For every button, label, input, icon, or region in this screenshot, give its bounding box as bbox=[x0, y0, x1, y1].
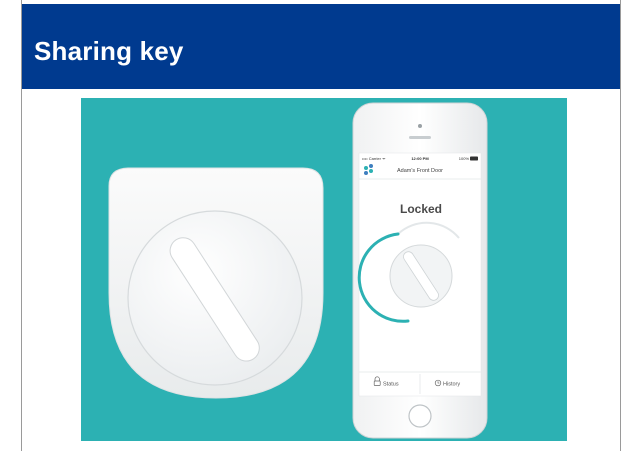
tab-history-label: History bbox=[443, 382, 460, 388]
smartphone: •••• Carrier ᯤ 12:00 PM 100% Adam's Fron… bbox=[352, 102, 488, 439]
earpiece bbox=[409, 136, 431, 139]
status-battery: 100% bbox=[459, 156, 470, 161]
lock-state-label: Locked bbox=[400, 202, 442, 216]
home-button[interactable] bbox=[408, 404, 432, 428]
slide: Sharing key •••• Carrier ᯤ 12:00 PM 100%… bbox=[0, 0, 628, 451]
smart-lock-device bbox=[108, 167, 324, 399]
front-camera bbox=[418, 124, 422, 128]
status-carrier: •••• Carrier ᯤ bbox=[362, 156, 386, 161]
tab-status-label: Status bbox=[383, 382, 399, 388]
lock-name: Adam's Front Door bbox=[397, 168, 443, 174]
status-time: 12:00 PM bbox=[411, 156, 429, 161]
slide-border-right bbox=[620, 0, 621, 451]
slide-title: Sharing key bbox=[34, 36, 184, 66]
battery-icon bbox=[470, 156, 478, 161]
product-photo: •••• Carrier ᯤ 12:00 PM 100% Adam's Fron… bbox=[81, 98, 567, 441]
